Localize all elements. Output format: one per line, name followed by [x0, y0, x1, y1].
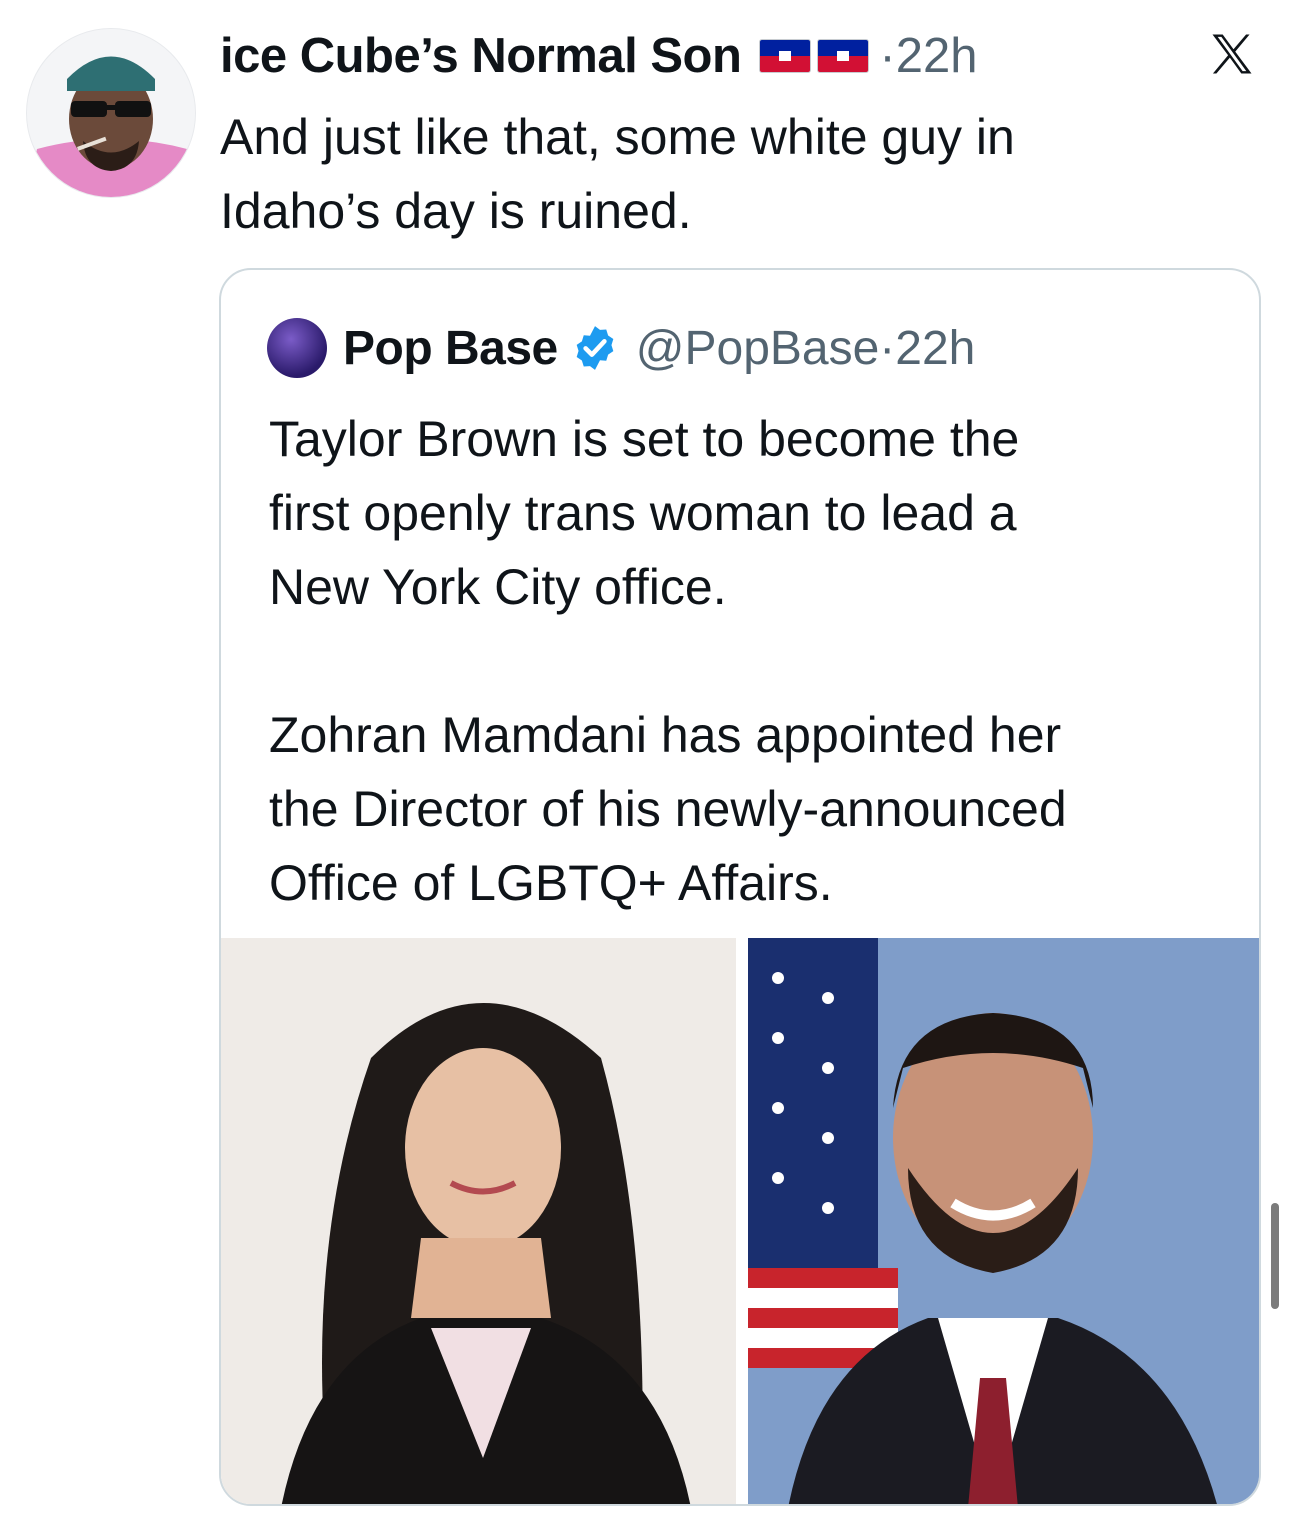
quoted-text-line: first openly trans woman to lead a [269, 485, 1017, 541]
quoted-text-line: Zohran Mamdani has appointed her [269, 707, 1062, 763]
media-photo-man[interactable] [748, 938, 1259, 1504]
quoted-post-time[interactable]: ·22h [879, 321, 975, 376]
quoted-post-text: Taylor Brown is set to become the first … [269, 402, 1249, 920]
post-text: And just like that, some white guy in Id… [220, 100, 1220, 248]
author-name[interactable]: ice Cube’s Normal Son [220, 28, 742, 84]
media-photo-woman[interactable] [221, 938, 736, 1504]
quoted-text-line: Taylor Brown is set to become the [269, 411, 1020, 467]
post-header: ice Cube’s Normal Son ·22h [220, 24, 977, 88]
quoted-author-avatar[interactable] [267, 318, 327, 378]
haiti-flag-icon [817, 39, 870, 73]
author-avatar[interactable] [26, 28, 196, 198]
x-logo-icon[interactable] [1206, 28, 1258, 80]
haiti-flag-icon [759, 39, 812, 73]
photo-illustration [748, 938, 1259, 1504]
quoted-post-header: Pop Base @PopBase ·22h [343, 316, 975, 380]
quoted-text-line [269, 624, 1249, 698]
quoted-text-line: New York City office. [269, 559, 727, 615]
quoted-author-handle[interactable]: @PopBase [636, 321, 880, 376]
scrollbar[interactable] [1271, 1203, 1279, 1309]
post-text-line: Idaho’s day is ruined. [220, 183, 692, 239]
author-flags [759, 39, 870, 73]
quoted-author-name[interactable]: Pop Base [343, 321, 558, 376]
quoted-text-line: Office of LGBTQ+ Affairs. [269, 855, 833, 911]
verified-badge-icon [576, 326, 614, 370]
post-time[interactable]: ·22h [879, 28, 977, 84]
post-text-line: And just like that, some white guy in [220, 109, 1015, 165]
quoted-post[interactable]: Pop Base @PopBase ·22h Taylor Brown is s… [219, 268, 1261, 1506]
quoted-media-grid [221, 938, 1259, 1504]
avatar-illustration [27, 29, 195, 197]
photo-illustration [221, 938, 736, 1504]
quoted-text-line: the Director of his newly-announced [269, 781, 1067, 837]
